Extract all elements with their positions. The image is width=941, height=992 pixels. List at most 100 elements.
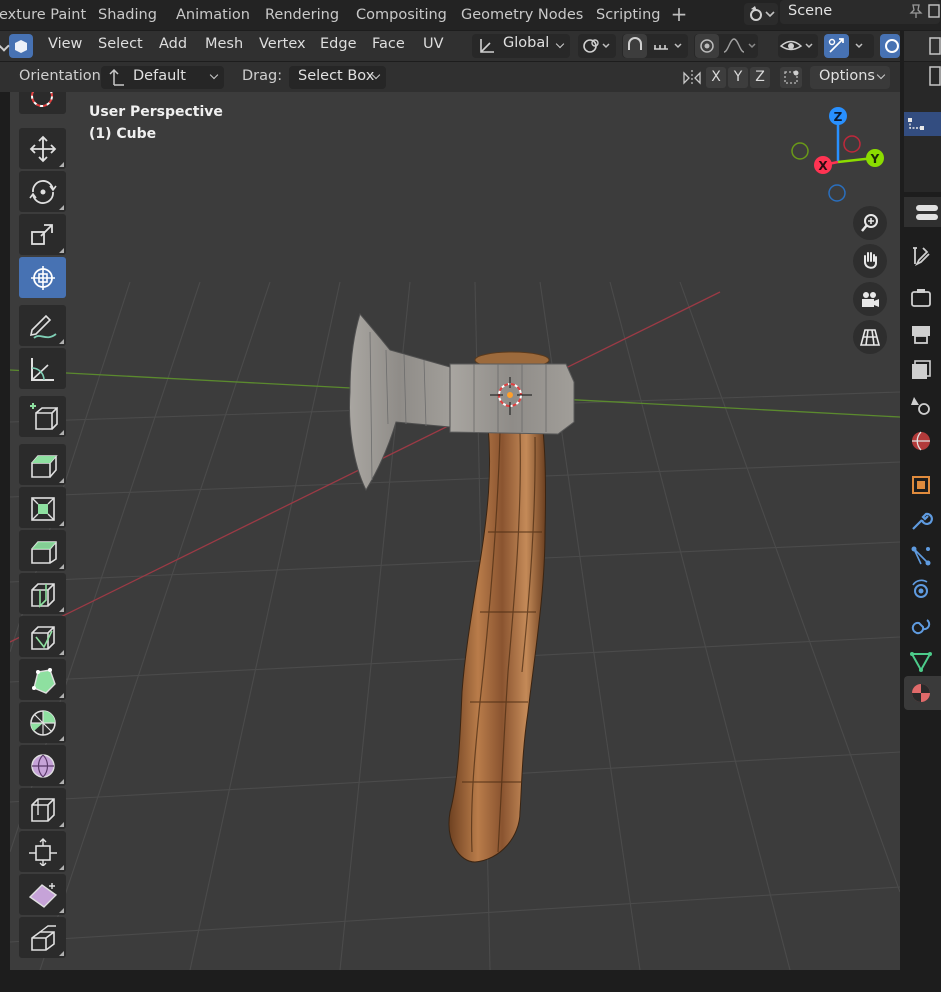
tool-loop-cut[interactable] bbox=[19, 573, 66, 614]
tool-rotate[interactable] bbox=[19, 171, 66, 212]
tab-shading[interactable]: Shading bbox=[88, 0, 167, 30]
gizmo-toggle-group[interactable] bbox=[824, 34, 874, 58]
overlays-toggle-button[interactable] bbox=[880, 34, 900, 58]
neg-z-axis-handle[interactable] bbox=[828, 184, 846, 202]
tool-variants-indicator bbox=[59, 865, 64, 870]
mirror-x-toggle[interactable]: X bbox=[706, 67, 726, 88]
x-axis-label: X bbox=[818, 159, 828, 173]
scene-name: Scene bbox=[788, 3, 833, 19]
snapping-group[interactable] bbox=[622, 34, 688, 58]
shrink-fatten-icon bbox=[29, 838, 57, 866]
material-sphere-icon bbox=[912, 684, 930, 702]
tool-bevel[interactable] bbox=[19, 530, 66, 571]
outliner-filter-icon[interactable] bbox=[904, 31, 941, 61]
scene-properties-icon[interactable] bbox=[909, 393, 933, 417]
pivot-point-icon bbox=[583, 39, 610, 53]
tab-geometry-nodes[interactable]: Geometry Nodes bbox=[451, 0, 593, 30]
menu-view[interactable]: View bbox=[48, 36, 82, 52]
zoom-icon bbox=[861, 214, 878, 232]
viewport-header: View Select Add Mesh Vertex Edge Face UV… bbox=[0, 31, 900, 61]
3d-viewport[interactable]: User Perspective (1) Cube Z Y X bbox=[10, 92, 900, 970]
tool-transform[interactable] bbox=[19, 257, 66, 298]
tool-settings-bar: Orientation: Default Drag: Select Box X … bbox=[0, 62, 900, 92]
scene-icon bbox=[750, 6, 775, 21]
tool-variants-indicator bbox=[59, 908, 64, 913]
options-dropdown[interactable]: Options bbox=[810, 66, 890, 89]
pivot-point-dropdown[interactable] bbox=[578, 34, 616, 58]
auto-merge-toggle[interactable] bbox=[780, 67, 802, 88]
active-object-label: (1) Cube bbox=[89, 126, 157, 142]
neg-y-axis-handle[interactable] bbox=[791, 142, 809, 160]
tool-shear[interactable] bbox=[19, 874, 66, 915]
menu-edge[interactable]: Edge bbox=[320, 36, 357, 52]
tab-animation[interactable]: Animation bbox=[166, 0, 260, 30]
tool-edge-slide[interactable] bbox=[19, 788, 66, 829]
tool-poly-build[interactable] bbox=[19, 659, 66, 700]
axe-model bbox=[349, 312, 575, 863]
menu-face[interactable]: Face bbox=[372, 36, 405, 52]
mirror-z-toggle[interactable]: Z bbox=[750, 67, 770, 88]
tab-scripting[interactable]: Scripting bbox=[586, 0, 670, 30]
tab-rendering[interactable]: Rendering bbox=[255, 0, 349, 30]
tool-extrude-region[interactable] bbox=[19, 444, 66, 485]
tool-shrink-fatten[interactable] bbox=[19, 831, 66, 872]
outliner-area[interactable] bbox=[904, 62, 941, 192]
world-properties-icon[interactable] bbox=[909, 429, 933, 453]
render-properties-icon[interactable] bbox=[909, 286, 933, 310]
neg-x-axis-handle[interactable] bbox=[843, 135, 861, 153]
tool-knife[interactable] bbox=[19, 616, 66, 657]
tool-cursor[interactable] bbox=[19, 92, 66, 114]
pan-button[interactable] bbox=[853, 244, 887, 278]
outliner-selected-row[interactable] bbox=[904, 112, 941, 136]
scene-browse-button[interactable] bbox=[744, 3, 778, 25]
menu-mesh[interactable]: Mesh bbox=[205, 36, 243, 52]
mirror-y-toggle[interactable]: Y bbox=[728, 67, 748, 88]
tool-rip-region[interactable] bbox=[19, 917, 66, 958]
menu-add[interactable]: Add bbox=[159, 36, 187, 52]
menu-vertex[interactable]: Vertex bbox=[259, 36, 306, 52]
navigation-gizmo[interactable]: Z Y X bbox=[790, 104, 890, 204]
tool-inset-faces[interactable] bbox=[19, 487, 66, 528]
menu-select[interactable]: Select bbox=[98, 36, 143, 52]
drag-dropdown[interactable]: Select Box bbox=[289, 66, 386, 89]
zoom-button[interactable] bbox=[853, 206, 887, 240]
modifier-wrench-icon[interactable] bbox=[909, 509, 933, 533]
properties-editor-icon[interactable] bbox=[904, 197, 941, 227]
material-tab[interactable] bbox=[904, 676, 941, 710]
pin-icon[interactable] bbox=[908, 3, 924, 19]
edge-slide-icon bbox=[31, 798, 55, 822]
tool-move[interactable] bbox=[19, 128, 66, 169]
output-properties-icon[interactable] bbox=[909, 322, 933, 346]
editor-type-button[interactable] bbox=[9, 34, 33, 58]
tab-texture-paint[interactable]: exture Paint bbox=[0, 0, 96, 30]
tool-variants-indicator bbox=[59, 650, 64, 655]
drag-value: Select Box bbox=[298, 68, 375, 84]
scene-name-field[interactable]: Scene bbox=[780, 0, 940, 24]
orientation-dropdown[interactable]: Default bbox=[101, 66, 224, 89]
snap-magnet-icon bbox=[623, 34, 682, 58]
particles-icon[interactable] bbox=[909, 544, 933, 568]
constraints-icon[interactable] bbox=[909, 614, 933, 638]
physics-icon[interactable] bbox=[909, 579, 933, 603]
transform-orientation-dropdown[interactable]: Global bbox=[472, 34, 570, 58]
knife-icon bbox=[31, 626, 55, 650]
tool-add-cube[interactable] bbox=[19, 396, 66, 437]
new-scene-icon[interactable] bbox=[928, 3, 940, 19]
tab-compositing[interactable]: Compositing bbox=[346, 0, 457, 30]
tool-spin[interactable] bbox=[19, 702, 66, 743]
add-workspace-button[interactable]: + bbox=[668, 0, 690, 30]
tool-smooth[interactable] bbox=[19, 745, 66, 786]
tool-measure[interactable] bbox=[19, 348, 66, 389]
perspective-toggle-button[interactable] bbox=[853, 320, 887, 354]
camera-view-button[interactable] bbox=[853, 282, 887, 316]
tool-annotate[interactable] bbox=[19, 305, 66, 346]
tool-properties-icon[interactable] bbox=[909, 244, 933, 268]
visibility-dropdown[interactable] bbox=[778, 34, 818, 58]
proportional-editing-group[interactable] bbox=[694, 34, 758, 58]
extrude-icon bbox=[31, 455, 58, 478]
tool-scale[interactable] bbox=[19, 214, 66, 255]
menu-uv[interactable]: UV bbox=[423, 36, 444, 52]
view-layer-properties-icon[interactable] bbox=[909, 358, 933, 382]
object-properties-icon[interactable] bbox=[909, 473, 933, 497]
mesh-data-icon[interactable] bbox=[909, 649, 933, 673]
